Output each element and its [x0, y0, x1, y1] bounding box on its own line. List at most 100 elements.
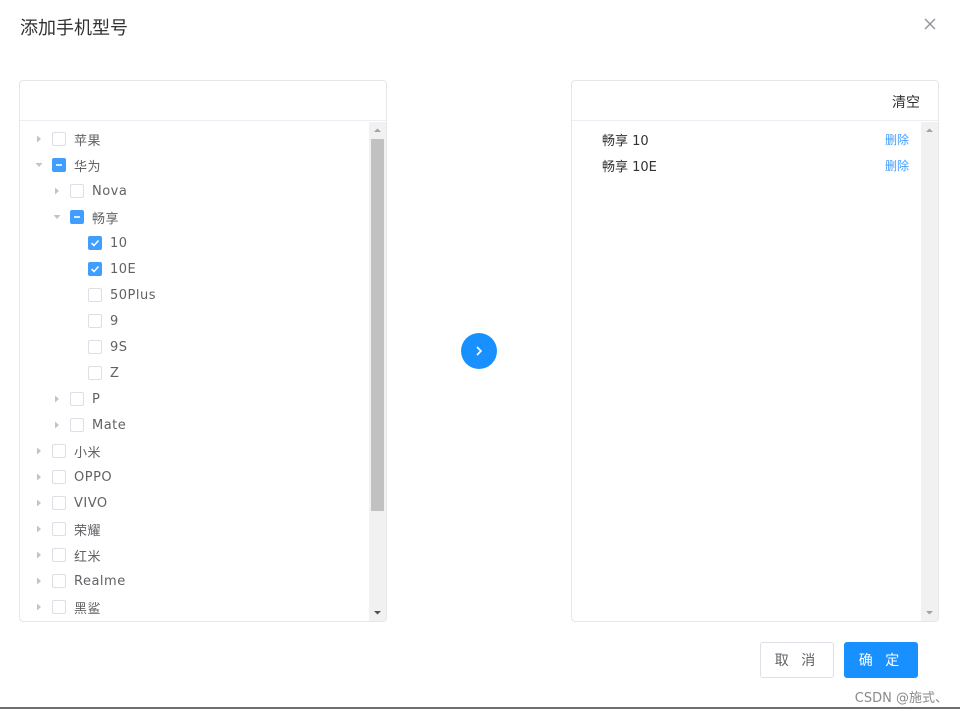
tree-checkbox[interactable]: [88, 262, 102, 276]
tree-node[interactable]: Nova: [20, 178, 369, 204]
tree-node-label: 华为: [74, 159, 102, 175]
watermark: CSDN @施式、: [854, 691, 948, 706]
tree-node[interactable]: 畅享: [20, 204, 369, 230]
dialog-title: 添加手机型号: [20, 18, 128, 39]
caret-right-icon[interactable]: [52, 186, 62, 196]
tree-node-label: 9: [110, 313, 119, 329]
minus-icon: [74, 216, 80, 218]
tree-checkbox[interactable]: [70, 392, 84, 406]
caret-right-icon[interactable]: [34, 134, 44, 144]
caret-right-icon[interactable]: [34, 446, 44, 456]
tree-node-label: 10E: [110, 261, 137, 277]
selected-item: 畅享 10E 删除: [602, 152, 909, 178]
tree-node-label: 小米: [74, 445, 102, 461]
close-icon[interactable]: [922, 16, 938, 32]
confirm-button[interactable]: 确 定: [844, 642, 918, 678]
caret-down-icon[interactable]: [52, 212, 62, 222]
tree-node[interactable]: 10: [20, 230, 369, 256]
tree-checkbox[interactable]: [88, 288, 102, 302]
scroll-thumb[interactable]: [371, 139, 384, 511]
selected-list: 畅享 10 删除 畅享 10E 删除: [572, 122, 921, 621]
tree-node[interactable]: 小米: [20, 438, 369, 464]
clear-button[interactable]: 清空: [892, 92, 920, 112]
tree-node-label: 9S: [110, 339, 128, 355]
caret-right-icon[interactable]: [52, 394, 62, 404]
model-tree: 苹果华为 Nova 畅享 10 10E 50Plus 9 9S Z P Mate 小米 OPPO VIVO…: [20, 122, 369, 621]
tree-node[interactable]: VIVO: [20, 490, 369, 516]
dialog: 添加手机型号 苹果华为 Nova 畅享 10 10E 50Plus 9 9S Z P Mate 小米 O…: [0, 0, 960, 709]
caret-right-icon[interactable]: [34, 602, 44, 612]
tree-node[interactable]: 9: [20, 308, 369, 334]
scroll-up-arrow-icon[interactable]: [921, 122, 938, 139]
tree-node-label: 荣耀: [74, 523, 102, 539]
tree-node-label: Z: [110, 365, 120, 381]
source-panel: 苹果华为 Nova 畅享 10 10E 50Plus 9 9S Z P Mate 小米 OPPO VIVO…: [19, 80, 387, 622]
tree-checkbox[interactable]: [70, 184, 84, 198]
caret-down-icon[interactable]: [34, 160, 44, 170]
chevron-right-icon: [476, 346, 483, 356]
scroll-down-arrow-icon[interactable]: [921, 604, 938, 621]
tree-checkbox[interactable]: [52, 158, 66, 172]
tree-node[interactable]: P: [20, 386, 369, 412]
tree-node-label: 红米: [74, 549, 102, 565]
delete-link[interactable]: 删除: [885, 131, 909, 148]
tree-checkbox[interactable]: [52, 574, 66, 588]
tree-node[interactable]: 苹果: [20, 126, 369, 152]
tree-checkbox[interactable]: [52, 496, 66, 510]
tree-node[interactable]: Mate: [20, 412, 369, 438]
cancel-button[interactable]: 取 消: [760, 642, 834, 678]
tree-checkbox[interactable]: [70, 418, 84, 432]
caret-right-icon[interactable]: [34, 550, 44, 560]
tree-checkbox[interactable]: [70, 210, 84, 224]
tree-checkbox[interactable]: [88, 340, 102, 354]
tree-node-label: 畅享: [92, 211, 120, 227]
caret-right-icon[interactable]: [34, 472, 44, 482]
tree-node[interactable]: Realme: [20, 568, 369, 594]
caret-right-icon[interactable]: [34, 576, 44, 586]
tree-node[interactable]: 10E: [20, 256, 369, 282]
tree-node-label: P: [92, 391, 101, 407]
tree-node[interactable]: 9S: [20, 334, 369, 360]
tree-node-label: Mate: [92, 417, 127, 433]
target-scrollbar[interactable]: [921, 122, 938, 621]
tree-node[interactable]: 黑鲨: [20, 594, 369, 620]
tree-node[interactable]: Z: [20, 360, 369, 386]
tree-node-label: Nova: [92, 183, 128, 199]
tree-node-label: VIVO: [74, 495, 108, 511]
tree-checkbox[interactable]: [52, 470, 66, 484]
caret-right-icon[interactable]: [52, 420, 62, 430]
tree-checkbox[interactable]: [88, 314, 102, 328]
delete-link[interactable]: 删除: [885, 157, 909, 174]
source-panel-header: [20, 81, 386, 121]
tree-node-label: 黑鲨: [74, 601, 102, 617]
minus-icon: [56, 164, 62, 166]
selected-item: 畅享 10 删除: [602, 126, 909, 152]
tree-node-label: OPPO: [74, 469, 113, 485]
tree-node[interactable]: 红米: [20, 542, 369, 568]
tree-node-label: 10: [110, 235, 128, 251]
target-panel-header: 清空: [572, 81, 938, 121]
transfer-right-button[interactable]: [461, 333, 497, 369]
tree-node-label: 50Plus: [110, 287, 157, 303]
tree-checkbox[interactable]: [52, 444, 66, 458]
source-scrollbar[interactable]: [369, 122, 386, 621]
scroll-up-arrow-icon[interactable]: [369, 122, 386, 139]
tree-checkbox[interactable]: [52, 522, 66, 536]
tree-checkbox[interactable]: [88, 366, 102, 380]
tree-node[interactable]: OPPO: [20, 464, 369, 490]
tree-node-label: 苹果: [74, 133, 102, 149]
tree-checkbox[interactable]: [52, 548, 66, 562]
caret-right-icon[interactable]: [34, 498, 44, 508]
tree-node[interactable]: 华为: [20, 152, 369, 178]
selected-item-label: 畅享 10: [602, 133, 649, 149]
scroll-down-arrow-icon[interactable]: [369, 604, 386, 621]
tree-checkbox[interactable]: [52, 132, 66, 146]
tree-checkbox[interactable]: [52, 600, 66, 614]
tree-node[interactable]: 荣耀: [20, 516, 369, 542]
target-panel: 清空 畅享 10 删除 畅享 10E 删除: [571, 80, 939, 622]
caret-right-icon[interactable]: [34, 524, 44, 534]
tree-checkbox[interactable]: [88, 236, 102, 250]
tree-node[interactable]: 50Plus: [20, 282, 369, 308]
tree-node-label: Realme: [74, 573, 126, 589]
selected-item-label: 畅享 10E: [602, 159, 657, 175]
